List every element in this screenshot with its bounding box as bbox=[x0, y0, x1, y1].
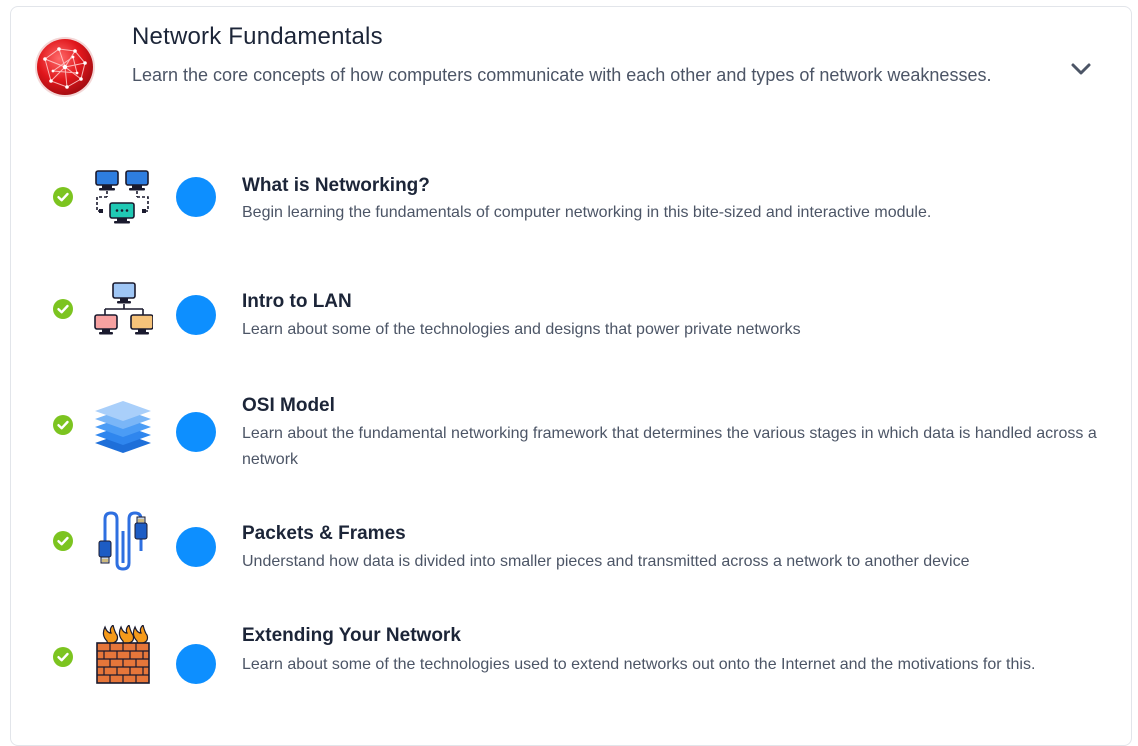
firewall-icon bbox=[96, 625, 150, 684]
room-item-intro-to-lan[interactable]: Intro to LAN Learn about some of the tec… bbox=[11, 279, 1131, 349]
completed-check-icon bbox=[53, 415, 73, 435]
room-description: Begin learning the fundamentals of compu… bbox=[242, 204, 932, 221]
room-description: Learn about some of the technologies and… bbox=[242, 321, 801, 338]
completed-check-icon bbox=[53, 647, 73, 667]
networked-computers-icon bbox=[95, 170, 149, 224]
room-title: What is Networking? bbox=[242, 175, 430, 196]
completed-check-icon bbox=[53, 187, 73, 207]
room-title: Extending Your Network bbox=[242, 625, 461, 646]
module-card: Network Fundamentals Learn the core conc… bbox=[10, 6, 1132, 746]
lan-topology-icon bbox=[94, 282, 153, 335]
room-title: Packets & Frames bbox=[242, 523, 406, 544]
module-description: Learn the core concepts of how computers… bbox=[132, 65, 992, 85]
layers-icon bbox=[95, 401, 151, 453]
room-item-extending-your-network[interactable]: Extending Your Network Learn about some … bbox=[11, 615, 1131, 715]
ethernet-cable-icon bbox=[98, 511, 148, 571]
room-title: OSI Model bbox=[242, 395, 335, 416]
chevron-down-icon[interactable] bbox=[1069, 57, 1093, 81]
room-description: Understand how data is divided into smal… bbox=[242, 553, 970, 570]
completed-check-icon bbox=[53, 531, 73, 551]
room-status-dot bbox=[176, 527, 216, 567]
room-description: Learn about the fundamental networking f… bbox=[242, 425, 1097, 468]
module-title: Network Fundamentals bbox=[132, 23, 383, 50]
room-status-dot bbox=[176, 644, 216, 684]
room-item-osi-model[interactable]: OSI Model Learn about the fundamental ne… bbox=[11, 387, 1131, 477]
room-status-dot bbox=[176, 412, 216, 452]
room-item-what-is-networking[interactable]: What is Networking? Begin learning the f… bbox=[11, 167, 1131, 237]
completed-check-icon bbox=[53, 299, 73, 319]
module-header[interactable]: Network Fundamentals Learn the core conc… bbox=[11, 7, 1131, 127]
room-item-packets-frames[interactable]: Packets & Frames Understand how data is … bbox=[11, 511, 1131, 581]
network-globe-icon bbox=[35, 37, 95, 97]
room-title: Intro to LAN bbox=[242, 291, 352, 312]
room-description: Learn about some of the technologies use… bbox=[242, 656, 1036, 673]
room-status-dot bbox=[176, 295, 216, 335]
room-status-dot bbox=[176, 177, 216, 217]
